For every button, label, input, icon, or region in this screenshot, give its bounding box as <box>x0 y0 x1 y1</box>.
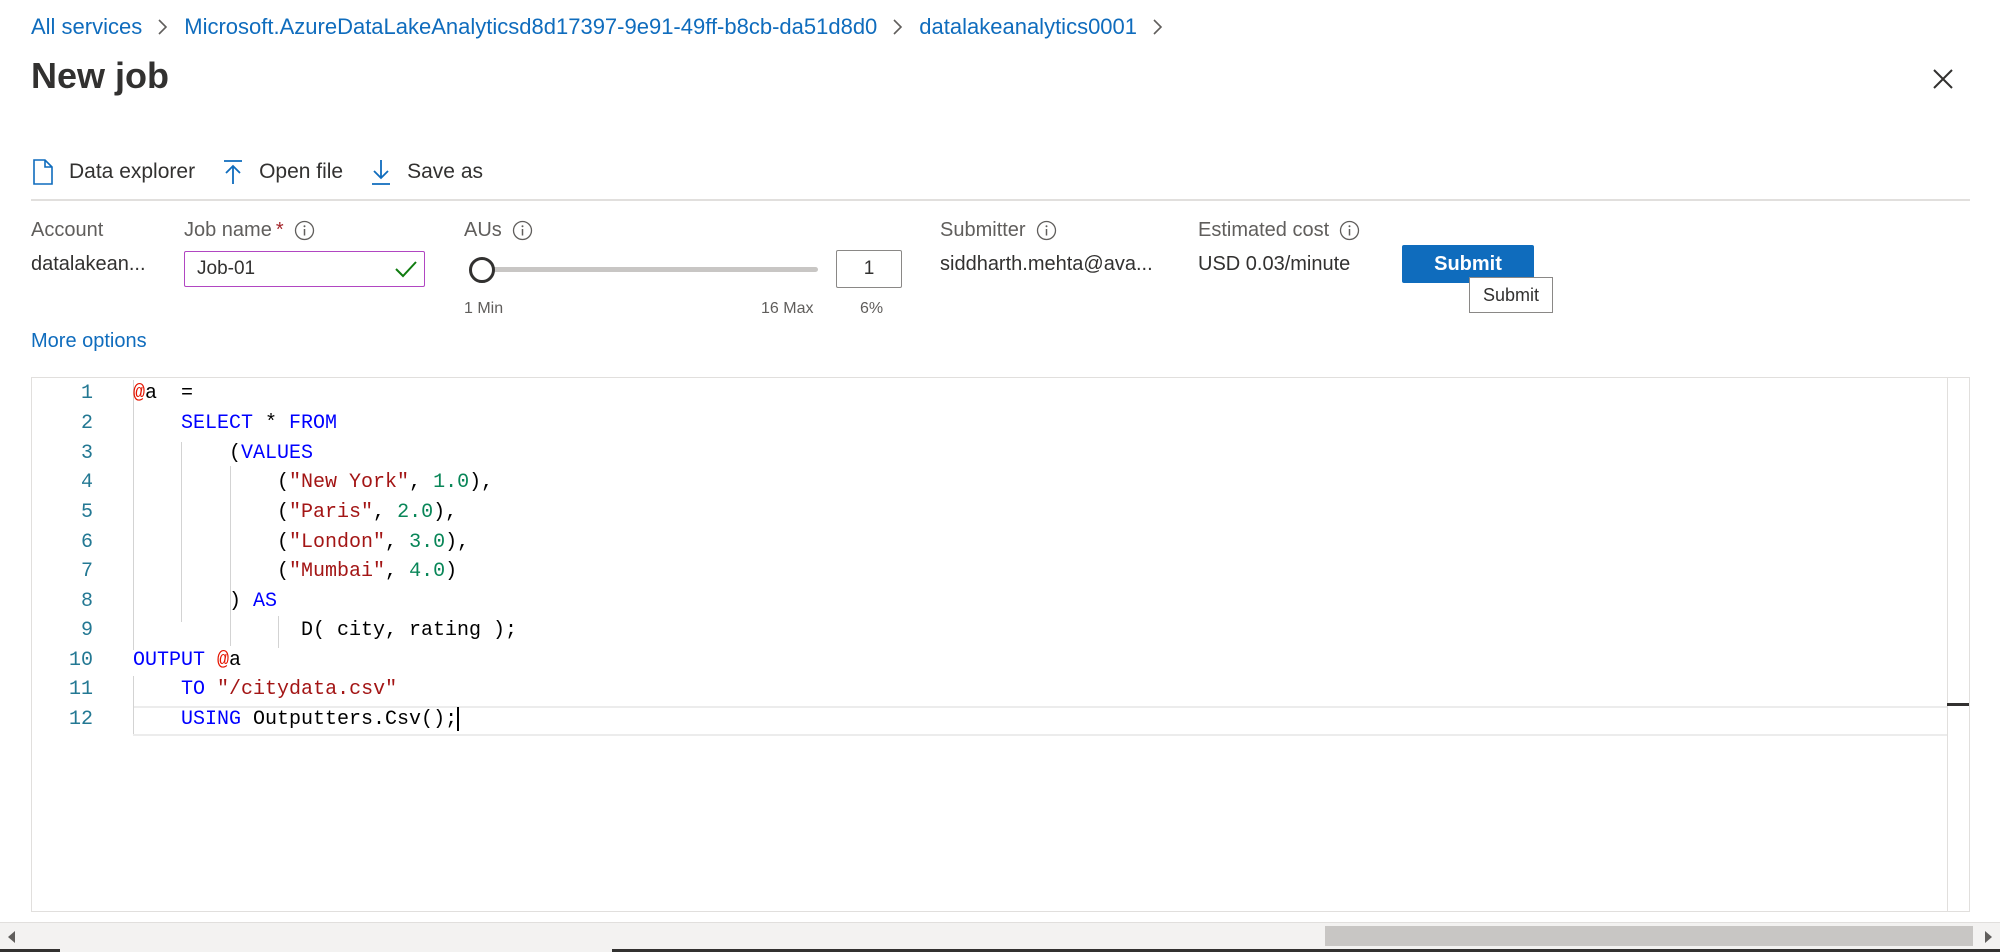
command-bar: Data explorer Open file Save as <box>31 152 509 192</box>
code-line-9: 9 D( city, rating ); <box>31 616 517 646</box>
required-marker: * <box>275 219 284 241</box>
data-explorer-button[interactable]: Data explorer <box>31 158 195 186</box>
code-text: ) AS <box>133 590 278 613</box>
line-number: 11 <box>68 678 93 701</box>
more-options-link[interactable]: More options <box>31 330 147 353</box>
save-as-label: Save as <box>407 160 484 183</box>
code-line-2: 2 SELECT * FROM <box>31 409 337 439</box>
code-line-3: 3 (VALUES <box>31 439 313 469</box>
page-title: New job <box>31 55 170 96</box>
upload-icon <box>224 160 243 184</box>
line-number: 5 <box>80 501 93 524</box>
aus-min-label: 1 Min <box>464 300 504 317</box>
aus-label-text: AUs <box>464 219 502 241</box>
code-line-11: 11 TO "/citydata.csv" <box>31 675 397 705</box>
code-text: ("London", 3.0), <box>133 531 470 554</box>
submitter-label: Submitter <box>940 219 1057 242</box>
aus-slider-thumb[interactable] <box>469 257 495 283</box>
open-file-button[interactable]: Open file <box>221 158 343 186</box>
estimated-cost-value: USD 0.03/minute <box>1198 253 1351 275</box>
aus-slider-track[interactable] <box>477 267 818 272</box>
line-number: 1 <box>80 382 93 405</box>
code-text: ("New York", 1.0), <box>133 471 494 494</box>
chevron-right-icon <box>156 18 170 36</box>
estimated-cost-label: Estimated cost <box>1198 219 1360 242</box>
code-line-5: 5 ("Paris", 2.0), <box>31 498 457 528</box>
breadcrumb-resource[interactable]: Microsoft.AzureDataLakeAnalyticsd8d17397… <box>184 14 877 40</box>
info-icon[interactable] <box>512 220 533 241</box>
code-text: @a = <box>133 382 194 405</box>
close-icon[interactable] <box>1930 66 1956 92</box>
line-number: 6 <box>80 531 93 554</box>
code-line-12: 12 USING Outputters.Csv(); <box>31 705 460 735</box>
jobname-input[interactable]: Job-01 <box>184 251 425 287</box>
line-number: 9 <box>80 619 93 642</box>
aus-max-label: 16 Max <box>761 300 814 317</box>
line-number: 4 <box>80 471 93 494</box>
info-icon[interactable] <box>1339 220 1360 241</box>
code-line-1: 1 @a = <box>31 379 193 409</box>
code-line-7: 7 ("Mumbai", 4.0) <box>31 557 457 587</box>
code-line-4: 4 ("New York", 1.0), <box>31 468 493 498</box>
cursor-position-marker <box>1947 703 1969 706</box>
code-line-10: 10 OUTPUT @a <box>31 646 241 676</box>
jobname-label-text: Job name <box>184 219 272 241</box>
line-number: 7 <box>80 560 93 583</box>
code-text: OUTPUT @a <box>133 649 242 672</box>
line-number: 10 <box>68 649 93 672</box>
info-icon[interactable] <box>1036 220 1057 241</box>
submit-tooltip: Submit <box>1469 277 1553 313</box>
breadcrumb-account[interactable]: datalakeanalytics0001 <box>919 14 1137 40</box>
download-icon <box>372 160 391 185</box>
code-text: TO "/citydata.csv" <box>181 678 398 701</box>
code-line-6: 6 ("London", 3.0), <box>31 528 469 558</box>
document-icon <box>33 159 53 185</box>
aus-value-input[interactable]: 1 <box>836 250 902 288</box>
breadcrumb: All services Microsoft.AzureDataLakeAnal… <box>31 14 1179 40</box>
open-file-label: Open file <box>259 160 344 183</box>
code-text: USING Outputters.Csv(); <box>181 706 460 731</box>
scroll-right-icon[interactable] <box>1981 929 1995 945</box>
submitter-label-text: Submitter <box>940 219 1026 241</box>
chevron-right-icon <box>891 18 905 36</box>
scroll-left-icon[interactable] <box>5 929 19 945</box>
submitter-value: siddharth.mehta@ava... <box>940 253 1153 275</box>
aus-percent-label: 6% <box>860 300 884 317</box>
account-value: datalakean... <box>31 253 146 275</box>
checkmark-icon <box>395 261 417 278</box>
horizontal-scrollbar-thumb[interactable] <box>1325 926 1973 946</box>
info-icon[interactable] <box>294 220 315 241</box>
code-text: D( city, rating ); <box>133 619 518 642</box>
aus-label: AUs <box>464 219 533 242</box>
code-text: SELECT * FROM <box>181 412 338 435</box>
line-number: 12 <box>68 708 93 731</box>
code-text: ("Paris", 2.0), <box>133 501 458 524</box>
account-label-text: Account <box>31 219 104 241</box>
toolbar-divider <box>31 199 1970 201</box>
line-number: 3 <box>80 442 93 465</box>
chevron-right-icon <box>1151 18 1165 36</box>
account-label: Account <box>31 219 103 242</box>
save-as-button[interactable]: Save as <box>369 158 483 186</box>
data-explorer-label: Data explorer <box>69 160 196 183</box>
estimated-cost-label-text: Estimated cost <box>1198 219 1330 241</box>
line-number: 8 <box>80 590 93 613</box>
editor-vertical-scrollbar[interactable] <box>1947 378 1969 911</box>
jobname-label: Job name * <box>184 219 315 242</box>
breadcrumb-all-services[interactable]: All services <box>31 14 142 40</box>
code-text: (VALUES <box>133 442 314 465</box>
text-cursor <box>457 706 460 731</box>
code-line-8: 8 ) AS <box>31 587 277 617</box>
code-text: ("Mumbai", 4.0) <box>133 560 458 583</box>
line-number: 2 <box>80 412 93 435</box>
